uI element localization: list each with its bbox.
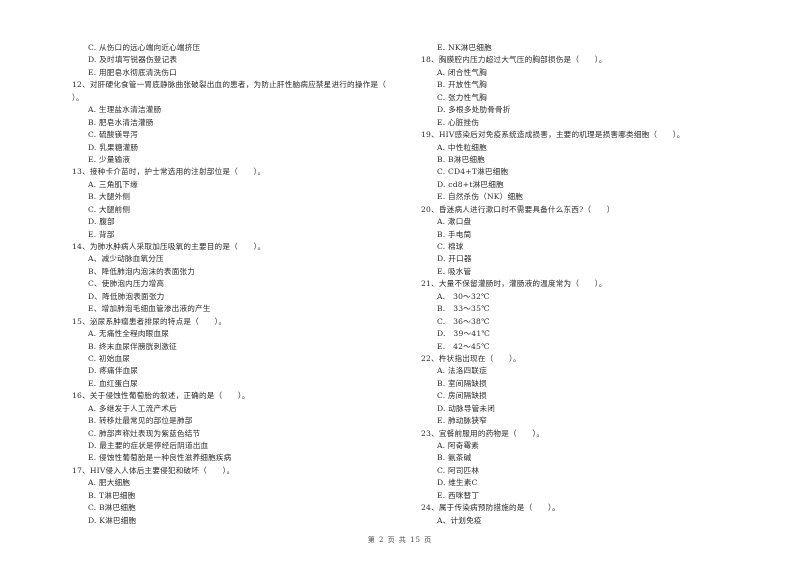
- answer-option: E. 心脏挫伤: [437, 117, 480, 127]
- answer-option: C. 大腿前侧: [88, 204, 131, 214]
- question-stem: 14、为肺水肿病人采取加压吸氧的主要目的是（ ）。: [72, 242, 266, 251]
- answer-option: A. 生理盐水清洁灌肠: [88, 105, 162, 115]
- answer-option: C. 初始血尿: [88, 353, 131, 363]
- answer-option: B. T淋巴细胞: [88, 490, 136, 500]
- answer-option: E. 侵蚀性葡萄胎是一种良性滋养细胞疾病: [88, 453, 232, 463]
- answer-option: D. 维生素C: [437, 478, 478, 488]
- answer-option: A、减少动脉血氧分压: [88, 254, 164, 264]
- answer-option: C. 棉球: [437, 242, 464, 251]
- answer-option: E. 用肥皂水彻底清洗伤口: [88, 67, 177, 77]
- answer-option: D. K淋巴细胞: [88, 515, 137, 525]
- answer-option: E. 血红蛋白尿: [88, 378, 138, 388]
- page-footer: 第 2 页 共 15 页: [367, 536, 433, 544]
- answer-option: B. 手电筒: [437, 229, 472, 239]
- left-column: C. 从伤口的远心端向近心端挤压 D. 及时填写锐器伤登记表 E. 用肥皂水彻底清洗…: [72, 42, 412, 527]
- question-stem: 22、杵状指出现在（ ）。: [421, 353, 521, 363]
- answer-option: A. 阿奇霉素: [437, 441, 480, 450]
- question-stem: 21、大量不保留灌肠时，灌肠液的温度常为（ ）。: [421, 279, 607, 289]
- answer-option: E. 背部: [88, 229, 115, 239]
- answer-option: C. CD4+T淋巴细胞: [437, 167, 509, 177]
- answer-option: D. 39～41℃: [437, 329, 491, 339]
- question-stem: 23、宜餐前服用的药物是（ ）。: [421, 428, 545, 438]
- answer-option: A. 漱口盘: [437, 217, 472, 227]
- question-stem: 12、对肝硬化食管一胃底静脉曲张破裂出血的患者，为防止肝性脑病应禁星进行的操作是…: [72, 80, 387, 90]
- answer-option: C. 肺部声称灶表现为紫蓝色结节: [88, 428, 201, 438]
- answer-option: D. 动脉导管未闭: [437, 403, 496, 413]
- question-stem: 24、属于传染病预防措施的是（ ）。: [421, 503, 560, 513]
- answer-option: A、计划免疫: [437, 515, 482, 525]
- answer-option: C. 房间隔缺损: [437, 391, 487, 401]
- answer-option: D. 乳果糖灌肠: [88, 142, 139, 152]
- answer-option: B. 氨茶碱: [437, 453, 472, 463]
- answer-option: D. 多根多处肋骨骨折: [437, 105, 511, 115]
- answer-option: D. 及时填写锐器伤登记表: [88, 55, 178, 65]
- answer-option: E. 西咪替丁: [437, 490, 480, 500]
- answer-option: B. 开放性气胸: [437, 80, 487, 90]
- question-stem: 18、胸膜腔内压力超过大气压的胸部损伤是（ ）。: [421, 55, 607, 65]
- answer-option: D. 开口器: [437, 254, 472, 264]
- answer-option: E、增加肺泡毛细血管渗出液的产生: [88, 304, 211, 314]
- answer-option: C. 硫酸镁导泻: [88, 130, 138, 140]
- answer-option: C. 从伤口的远心端向近心端挤压: [88, 43, 201, 52]
- question-stem: 17、HIV侵入人体后主要侵犯和破坏（ ）。: [72, 465, 235, 475]
- answer-option: B. 33～35℃: [437, 304, 490, 314]
- answer-option: A. 肥大细胞: [88, 478, 131, 488]
- answer-option: B. 大腿外侧: [88, 192, 131, 202]
- answer-option: A. 多继发于人工流产术后: [88, 403, 177, 413]
- answer-option: A. 法洛四联症: [437, 366, 487, 376]
- answer-option: B. 转移灶最常见的部位是肺部: [88, 416, 193, 426]
- answer-option: A. 三角肌下缘: [88, 179, 138, 189]
- question-stem: 19、HIV感染后对免疫系统造成损害，主要的机理是损害哪类细胞（ ）。: [421, 130, 685, 140]
- answer-option: B、降低肺泡内泡沫的表面张力: [88, 266, 196, 276]
- answer-option: E. 自然杀伤（NK）细胞: [437, 192, 524, 202]
- answer-option: A. 中性粒细胞: [437, 142, 487, 152]
- answer-option: D. cd8+t淋巴细胞: [437, 179, 504, 189]
- question-stem: 16、关于侵蚀性葡萄胎的叙述，正确的是（ ）。: [72, 391, 250, 401]
- answer-option: D、降低肺泡表面张力: [88, 291, 165, 301]
- answer-option: C. 张力性气胸: [437, 92, 487, 102]
- answer-option: A. 闭合性气胸: [437, 67, 487, 77]
- answer-option: B. B淋巴细胞: [437, 154, 485, 164]
- answer-option: E. NK淋巴细胞: [437, 43, 492, 52]
- question-stem: 15、泌尿系肿瘤患者排尿的特点是（ ）。: [72, 316, 227, 326]
- answer-option: D. 腹部: [88, 217, 115, 227]
- answer-option: E. 42～45℃: [437, 341, 490, 351]
- question-continuation: ）。: [72, 92, 84, 102]
- answer-option: C. 36～38℃: [437, 316, 490, 326]
- right-column: E. NK淋巴细胞 18、胸膜腔内压力超过大气压的胸部损伤是（ ）。 A. 闭合性气…: [421, 42, 751, 527]
- answer-option: E. 吸水管: [437, 266, 472, 276]
- answer-option: B. 终末血尿伴膀胱刺激征: [88, 341, 177, 351]
- answer-option: D. 最主要的症状是停经后阴道出血: [88, 441, 209, 450]
- answer-option: A. 30～32℃: [437, 291, 490, 301]
- answer-option: E. 少量输液: [88, 154, 131, 164]
- question-stem: 20、昏迷病人进行漱口时不需要具备什么东西?（ ）: [421, 204, 615, 214]
- answer-option: E. 肺动脉狭窄: [437, 416, 487, 426]
- answer-option: B. 肥皂水清洁灌肠: [88, 117, 154, 127]
- answer-option: B. 室间隔缺损: [437, 378, 487, 388]
- question-stem: 13、接种卡介苗时，护士常选用的注射部位是（ ）。: [72, 167, 266, 177]
- answer-option: A. 无痛性全程肉眼血尿: [88, 329, 170, 339]
- answer-option: C. 阿司匹林: [437, 465, 480, 475]
- answer-option: C、使肺泡内压力增高: [88, 279, 165, 289]
- answer-option: D. 疼痛伴血尿: [88, 366, 139, 376]
- answer-option: C. B淋巴细胞: [88, 503, 136, 513]
